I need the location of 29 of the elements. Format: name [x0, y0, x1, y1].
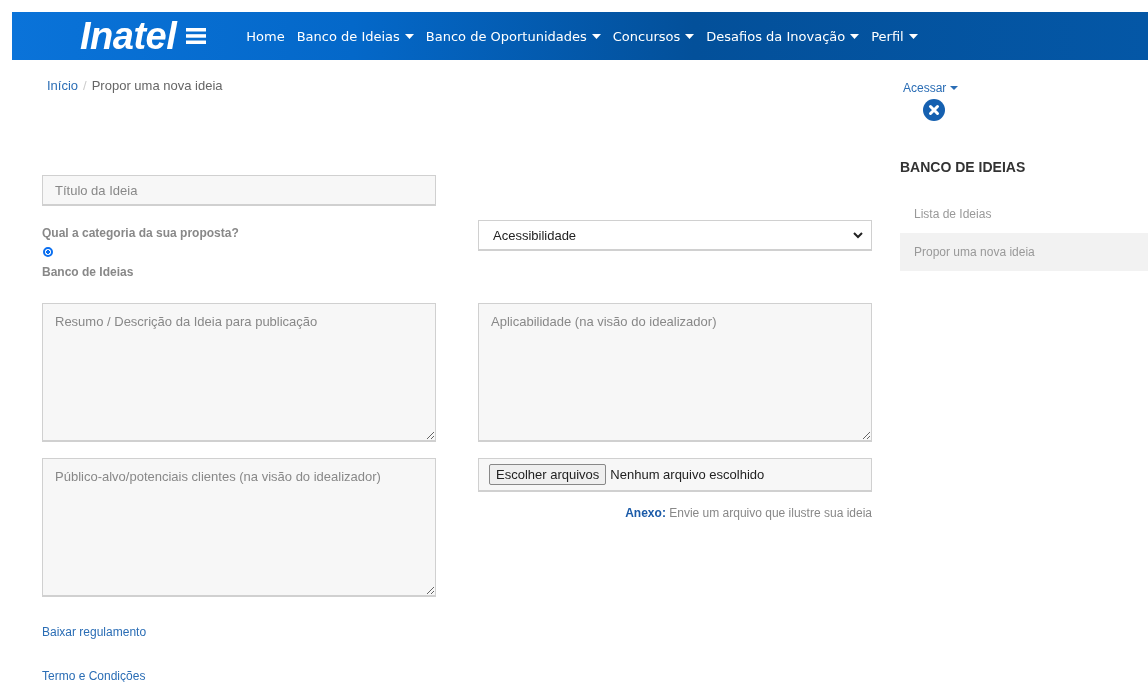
terms-link[interactable]: Termo e Condições [42, 669, 146, 682]
menu-icon[interactable] [186, 28, 207, 44]
choose-files-button[interactable]: Escolher arquivos [489, 464, 607, 485]
nav-link[interactable]: Home [246, 28, 285, 44]
attachment-note: Anexo: Envie um arquivo que ilustre sua ideia [625, 506, 872, 520]
breadcrumb-link[interactable]: Início [47, 78, 79, 93]
summary-field[interactable]: Resumo / Descrição da Ideia para publicação [42, 303, 436, 442]
chevron-down-icon [853, 231, 863, 239]
radio-label: Banco de Ideias [42, 265, 134, 279]
breadcrumb-separator: / [83, 78, 87, 93]
file-status: Nenhum arquivo escolhido [610, 467, 765, 482]
radio-button[interactable] [43, 247, 53, 257]
category-question: Qual a categoria da sua proposta? [42, 226, 239, 240]
title-field[interactable]: Título da Ideia [42, 175, 436, 206]
category-select[interactable]: Acessibilidade [478, 220, 872, 251]
applicability-field[interactable]: Aplicabilidade (na visão do idealizador) [478, 303, 872, 442]
nav-link[interactable]: Banco de Ideias [296, 28, 414, 44]
logo[interactable]: Inatel [80, 17, 177, 55]
nav-link[interactable]: Concursos [612, 28, 695, 44]
audience-field[interactable]: Público-alvo/potenciais clientes (na visão do idealizador) [42, 458, 436, 597]
regulation-link[interactable]: Baixar regulamento [42, 625, 147, 639]
sidebar-heading: BANCO DE IDEIAS [900, 159, 1026, 175]
nav-link[interactable]: Banco de Oportunidades [425, 28, 601, 44]
close-icon[interactable] [923, 99, 945, 121]
breadcrumb-current: Propor uma nova ideia [91, 78, 223, 93]
nav-link[interactable]: Desafios da Inovação [706, 28, 860, 44]
sidebar-item[interactable]: Lista de Ideias [900, 195, 1148, 233]
account-dropdown[interactable]: Acessar [903, 81, 959, 95]
nav-link[interactable]: Perfil [871, 28, 918, 44]
